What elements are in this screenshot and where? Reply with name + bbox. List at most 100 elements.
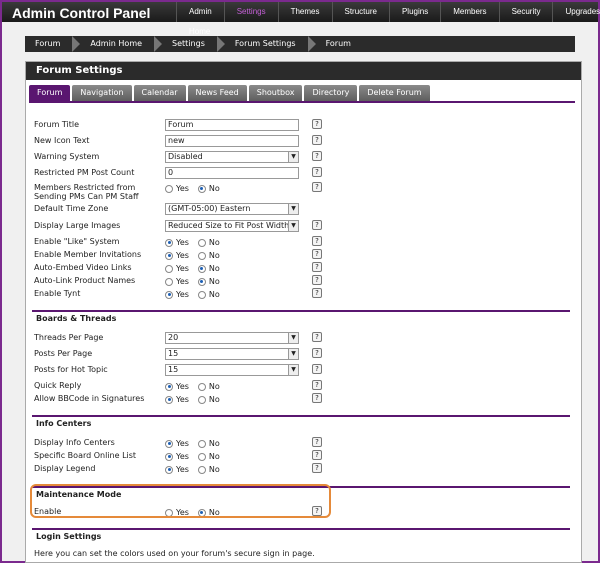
radio-no[interactable] bbox=[197, 184, 206, 193]
warning-system-select[interactable]: Disabled ▼ bbox=[165, 151, 299, 163]
top-bar: Admin Control Panel Admin Home Settings … bbox=[2, 2, 600, 36]
help-icon[interactable]: ? bbox=[312, 151, 322, 161]
radio-yes[interactable] bbox=[165, 452, 173, 461]
breadcrumb: Forum Admin Home Settings Forum Settings… bbox=[25, 36, 575, 52]
nav-themes[interactable]: Themes bbox=[277, 2, 332, 22]
help-icon[interactable]: ? bbox=[312, 220, 322, 230]
panel-title: Forum Settings bbox=[26, 62, 581, 80]
tab-directory[interactable]: Directory bbox=[304, 85, 358, 101]
radio-yes-label: Yes bbox=[176, 290, 189, 299]
login-settings-description: Here you can set the colors used on your… bbox=[34, 548, 554, 561]
tab-news-feed[interactable]: News Feed bbox=[187, 85, 247, 101]
radio-yes-label: Yes bbox=[176, 277, 189, 286]
tab-underline bbox=[29, 101, 575, 103]
help-icon[interactable]: ? bbox=[312, 167, 322, 177]
radio-yes[interactable] bbox=[165, 439, 173, 448]
breadcrumb-forum-settings[interactable]: Forum Settings bbox=[225, 36, 308, 52]
setting-allow-bbcode: Allow BBCode in Signatures Yes No ? bbox=[34, 393, 564, 406]
radio-no[interactable] bbox=[197, 290, 206, 299]
label: Display Legend bbox=[34, 464, 96, 473]
help-icon[interactable]: ? bbox=[312, 393, 322, 403]
posts-per-page-select[interactable]: 15 ▼ bbox=[165, 348, 299, 360]
nav-settings[interactable]: Settings bbox=[223, 2, 278, 22]
breadcrumb-forum[interactable]: Forum bbox=[25, 36, 72, 52]
radio-no[interactable] bbox=[197, 251, 206, 260]
setting-warning-system: Warning System Disabled ▼ ? bbox=[34, 151, 564, 164]
label: Auto-Embed Video Links bbox=[34, 263, 132, 272]
breadcrumb-separator bbox=[216, 36, 225, 52]
radio-no[interactable] bbox=[197, 465, 206, 474]
nav-admin-home[interactable]: Admin Home bbox=[176, 2, 224, 36]
radio-no[interactable] bbox=[197, 277, 206, 286]
help-icon[interactable]: ? bbox=[312, 288, 322, 298]
hot-topic-select[interactable]: 15 ▼ bbox=[165, 364, 299, 376]
radio-yes[interactable] bbox=[165, 264, 173, 273]
radio-yes[interactable] bbox=[165, 251, 173, 260]
radio-no-label: No bbox=[208, 439, 220, 448]
help-icon[interactable]: ? bbox=[312, 463, 322, 473]
breadcrumb-admin-home[interactable]: Admin Home bbox=[80, 36, 154, 52]
label: Warning System bbox=[34, 152, 100, 161]
radio-yes[interactable] bbox=[165, 184, 173, 193]
tab-navigation[interactable]: Navigation bbox=[72, 85, 132, 101]
help-icon[interactable]: ? bbox=[312, 236, 322, 246]
nav-structure[interactable]: Structure bbox=[331, 2, 389, 22]
label: Restricted PM Post Count bbox=[34, 168, 135, 177]
help-icon[interactable]: ? bbox=[312, 437, 322, 447]
tab-forum[interactable]: Forum bbox=[29, 85, 71, 101]
help-icon[interactable]: ? bbox=[312, 364, 322, 374]
radio-no-label: No bbox=[208, 465, 220, 474]
setting-display-legend: Display Legend Yes No ? bbox=[34, 463, 564, 476]
setting-default-time-zone: Default Time Zone (GMT-05:00) Eastern ▼ bbox=[34, 203, 564, 216]
select-value: 20 bbox=[168, 333, 179, 342]
radio-yes[interactable] bbox=[165, 277, 173, 286]
tab-shoutbox[interactable]: Shoutbox bbox=[248, 85, 303, 101]
radio-yes-label: Yes bbox=[176, 264, 189, 273]
radio-no[interactable] bbox=[197, 264, 206, 273]
time-zone-select[interactable]: (GMT-05:00) Eastern ▼ bbox=[165, 203, 299, 215]
radio-no[interactable] bbox=[197, 382, 206, 391]
help-icon[interactable]: ? bbox=[312, 249, 322, 259]
help-icon[interactable]: ? bbox=[312, 182, 322, 192]
radio-yes[interactable] bbox=[165, 382, 173, 391]
radio-yes-label: Yes bbox=[176, 382, 189, 391]
radio-yes-label: Yes bbox=[176, 465, 189, 474]
select-value: (GMT-05:00) Eastern bbox=[168, 204, 251, 213]
breadcrumb-settings[interactable]: Settings bbox=[162, 36, 217, 52]
setting-new-icon-text: New Icon Text new ? bbox=[34, 135, 564, 148]
radio-no[interactable] bbox=[197, 238, 206, 247]
help-icon[interactable]: ? bbox=[312, 348, 322, 358]
radio-yes[interactable] bbox=[165, 395, 173, 404]
tab-delete-forum[interactable]: Delete Forum bbox=[359, 85, 430, 101]
radio-no[interactable] bbox=[197, 439, 206, 448]
nav-members[interactable]: Members bbox=[440, 2, 498, 22]
threads-per-page-select[interactable]: 20 ▼ bbox=[165, 332, 299, 344]
radio-yes-label: Yes bbox=[176, 238, 189, 247]
tab-calendar[interactable]: Calendar bbox=[133, 85, 186, 101]
new-icon-text-input[interactable]: new bbox=[165, 135, 299, 147]
help-icon[interactable]: ? bbox=[312, 380, 322, 390]
label: Auto-Link Product Names bbox=[34, 276, 136, 285]
help-icon[interactable]: ? bbox=[312, 450, 322, 460]
radio-yes[interactable] bbox=[165, 465, 173, 474]
radio-no[interactable] bbox=[197, 395, 206, 404]
help-icon[interactable]: ? bbox=[312, 135, 322, 145]
help-icon[interactable]: ? bbox=[312, 119, 322, 129]
label: Enable "Like" System bbox=[34, 237, 120, 246]
radio-yes-label: Yes bbox=[176, 184, 189, 193]
help-icon[interactable]: ? bbox=[312, 262, 322, 272]
nav-upgrades[interactable]: Upgrades bbox=[552, 2, 600, 22]
select-value: Disabled bbox=[168, 152, 203, 161]
nav-security[interactable]: Security bbox=[498, 2, 553, 22]
help-icon[interactable]: ? bbox=[312, 275, 322, 285]
nav-plugins[interactable]: Plugins bbox=[388, 2, 440, 22]
app-title: Admin Control Panel bbox=[12, 5, 151, 21]
restricted-pm-post-count-input[interactable]: 0 bbox=[165, 167, 299, 179]
large-images-select[interactable]: Reduced Size to Fit Post Width ▼ bbox=[165, 220, 299, 232]
radio-yes[interactable] bbox=[165, 238, 173, 247]
help-icon[interactable]: ? bbox=[312, 332, 322, 342]
forum-title-input[interactable]: Forum bbox=[165, 119, 299, 131]
setting-restricted-pm-post-count: Restricted PM Post Count 0 ? bbox=[34, 167, 564, 180]
radio-no[interactable] bbox=[197, 452, 206, 461]
radio-yes[interactable] bbox=[165, 290, 173, 299]
